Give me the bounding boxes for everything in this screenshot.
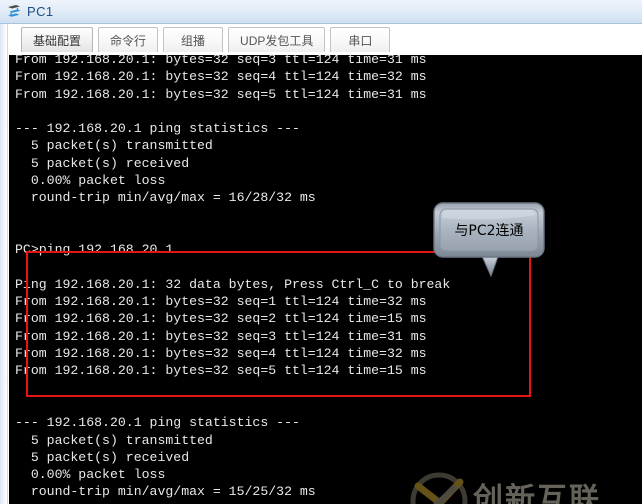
callout-balloon: 与PC2连通 <box>433 202 550 279</box>
terminal-line: 5 packet(s) received <box>15 155 190 171</box>
terminal-line: From 192.168.20.1: bytes=32 seq=3 ttl=12… <box>15 328 427 344</box>
terminal-line: round-trip min/avg/max = 15/25/32 ms <box>15 484 316 500</box>
tab-command-line[interactable]: 命令行 <box>98 27 159 52</box>
terminal-line: 0.00% packet loss <box>15 173 166 189</box>
pc1-console-window: PC1 基础配置 命令行 组播 UDP发包工具 串口 From 192.168.… <box>0 0 642 504</box>
terminal-line: 5 packet(s) transmitted <box>15 138 213 154</box>
terminal-text: From 192.168.20.1: bytes=32 seq=3 ttl=12… <box>15 55 635 504</box>
tab-udp-tool[interactable]: UDP发包工具 <box>228 27 326 52</box>
terminal-line: From 192.168.20.1: bytes=32 seq=2 ttl=12… <box>15 311 427 327</box>
terminal-line: From 192.168.20.1: bytes=32 seq=4 ttl=12… <box>15 69 427 85</box>
tab-basic-config[interactable]: 基础配置 <box>21 27 94 52</box>
tab-label: 命令行 <box>110 33 147 48</box>
terminal-line: --- 192.168.20.1 ping statistics --- <box>15 415 300 431</box>
terminal-line: From 192.168.20.1: bytes=32 seq=3 ttl=12… <box>15 55 427 67</box>
window-body: 基础配置 命令行 组播 UDP发包工具 串口 From 192.168.20.1… <box>0 24 642 504</box>
tab-label: 组播 <box>181 33 206 48</box>
terminal-line: From 192.168.20.1: bytes=32 seq=1 ttl=12… <box>15 294 427 310</box>
tab-label: UDP发包工具 <box>240 33 314 48</box>
terminal-line: --- 192.168.20.1 ping statistics --- <box>15 121 300 137</box>
tab-label: 串口 <box>348 33 373 48</box>
terminal-line: 5 packet(s) received <box>15 449 190 465</box>
terminal-line: 0.00% packet loss <box>15 467 166 483</box>
tab-bar: 基础配置 命令行 组播 UDP发包工具 串口 <box>9 24 642 55</box>
terminal-output-area[interactable]: From 192.168.20.1: bytes=32 seq=3 ttl=12… <box>9 55 642 504</box>
terminal-line: From 192.168.20.1: bytes=32 seq=5 ttl=12… <box>15 86 427 102</box>
tab-multicast[interactable]: 组播 <box>163 27 224 52</box>
window-left-edge <box>0 24 8 504</box>
terminal-line: From 192.168.20.1: bytes=32 seq=5 ttl=12… <box>15 363 427 379</box>
terminal-line: 5 packet(s) transmitted <box>15 432 213 448</box>
window-title: PC1 <box>27 4 54 19</box>
window-titlebar: PC1 <box>0 0 642 24</box>
tab-serial-port[interactable]: 串口 <box>330 27 391 52</box>
terminal-line: From 192.168.20.1: bytes=32 seq=4 ttl=12… <box>15 346 427 362</box>
network-device-icon <box>5 3 23 21</box>
tab-label: 基础配置 <box>33 33 82 48</box>
